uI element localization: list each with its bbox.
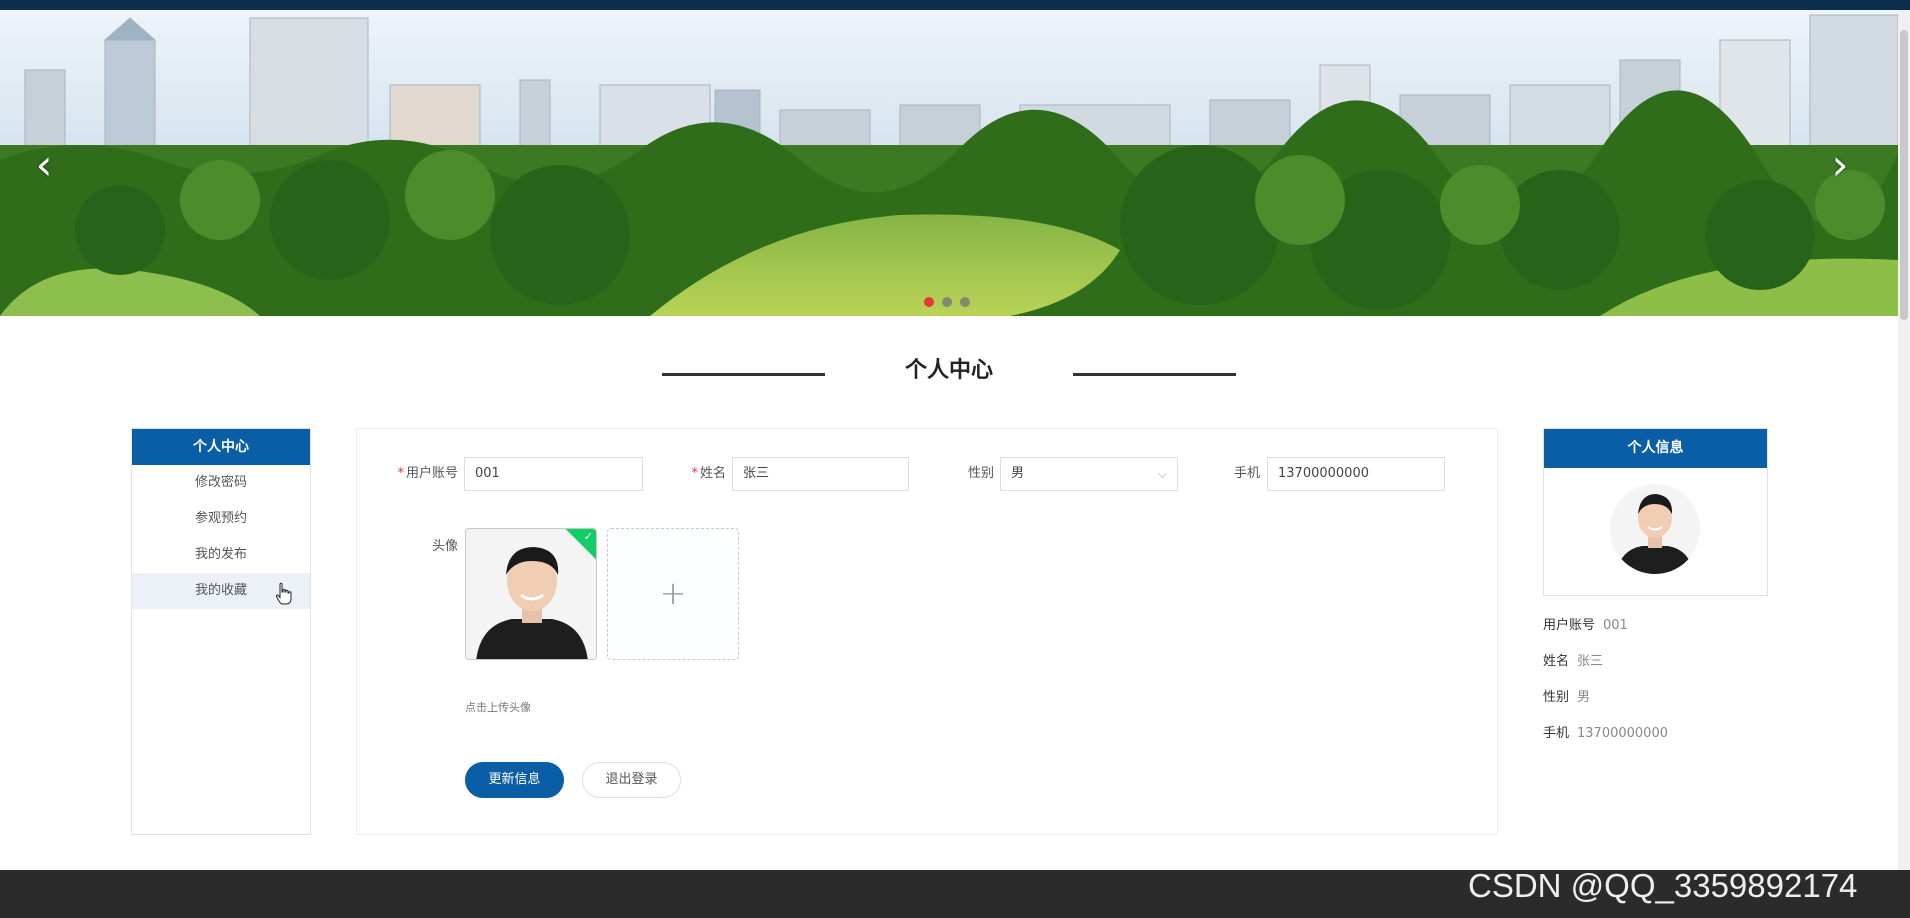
chevron-right-icon[interactable]: ›	[1820, 144, 1860, 186]
title-divider-right	[1073, 373, 1236, 376]
account-input[interactable]: 001	[464, 457, 643, 491]
banner-carousel[interactable]: ‹ ›	[0, 10, 1898, 316]
update-info-button[interactable]: 更新信息	[465, 762, 564, 798]
info-row-phone: 手机 13700000000	[1543, 726, 1668, 741]
sidebar-menu: 个人中心 修改密码 参观预约 我的发布 我的收藏	[131, 428, 311, 835]
carousel-indicators	[924, 297, 970, 307]
page-title: 个人中心	[904, 358, 993, 383]
name-label: * 姓名	[691, 466, 726, 481]
info-row-name: 姓名 张三	[1543, 654, 1604, 669]
gender-select[interactable]: 男 ⌵	[1000, 457, 1178, 491]
avatar-photo	[466, 529, 596, 659]
hand-cursor-icon	[275, 582, 292, 605]
city-park-image	[0, 10, 1898, 316]
gender-value: 男	[1011, 466, 1025, 481]
sidebar-item-my-posts[interactable]: 我的发布	[132, 537, 310, 573]
avatar-photo	[1610, 484, 1700, 574]
avatar-label: 头像	[431, 539, 458, 554]
check-icon: ✓	[583, 530, 593, 543]
sidebar-header[interactable]: 个人中心	[132, 429, 310, 465]
avatar-upload-button[interactable]: +	[607, 528, 739, 660]
sidebar-item-change-password[interactable]: 修改密码	[132, 465, 310, 501]
uploaded-avatar[interactable]: ✓	[465, 528, 597, 660]
chevron-down-icon: ⌵	[1157, 467, 1167, 481]
carousel-dot[interactable]	[942, 297, 952, 307]
upload-tip: 点击上传头像	[465, 701, 531, 714]
scrollbar-thumb[interactable]	[1900, 30, 1908, 320]
page-scrollbar[interactable]	[1898, 10, 1910, 870]
carousel-dot[interactable]	[960, 297, 970, 307]
sidebar-item-visit-booking[interactable]: 参观预约	[132, 501, 310, 537]
phone-input[interactable]: 13700000000	[1267, 457, 1445, 491]
phone-label: 手机	[1233, 466, 1260, 481]
account-label: * 用户账号	[397, 466, 458, 481]
profile-info-card: 个人信息	[1543, 428, 1768, 596]
carousel-dot[interactable]	[924, 297, 934, 307]
logout-button[interactable]: 退出登录	[582, 762, 681, 798]
plus-icon: +	[659, 574, 687, 612]
info-card-header: 个人信息	[1544, 429, 1767, 468]
watermark-text: CSDN @QQ_3359892174	[1468, 867, 1858, 904]
gender-label: 性别	[967, 466, 994, 481]
info-row-account: 用户账号 001	[1543, 618, 1628, 633]
chevron-left-icon[interactable]: ‹	[24, 144, 64, 186]
name-input[interactable]: 张三	[732, 457, 909, 491]
info-row-gender: 性别男	[1543, 690, 1591, 705]
avatar	[1610, 484, 1700, 574]
top-bar	[0, 0, 1910, 10]
